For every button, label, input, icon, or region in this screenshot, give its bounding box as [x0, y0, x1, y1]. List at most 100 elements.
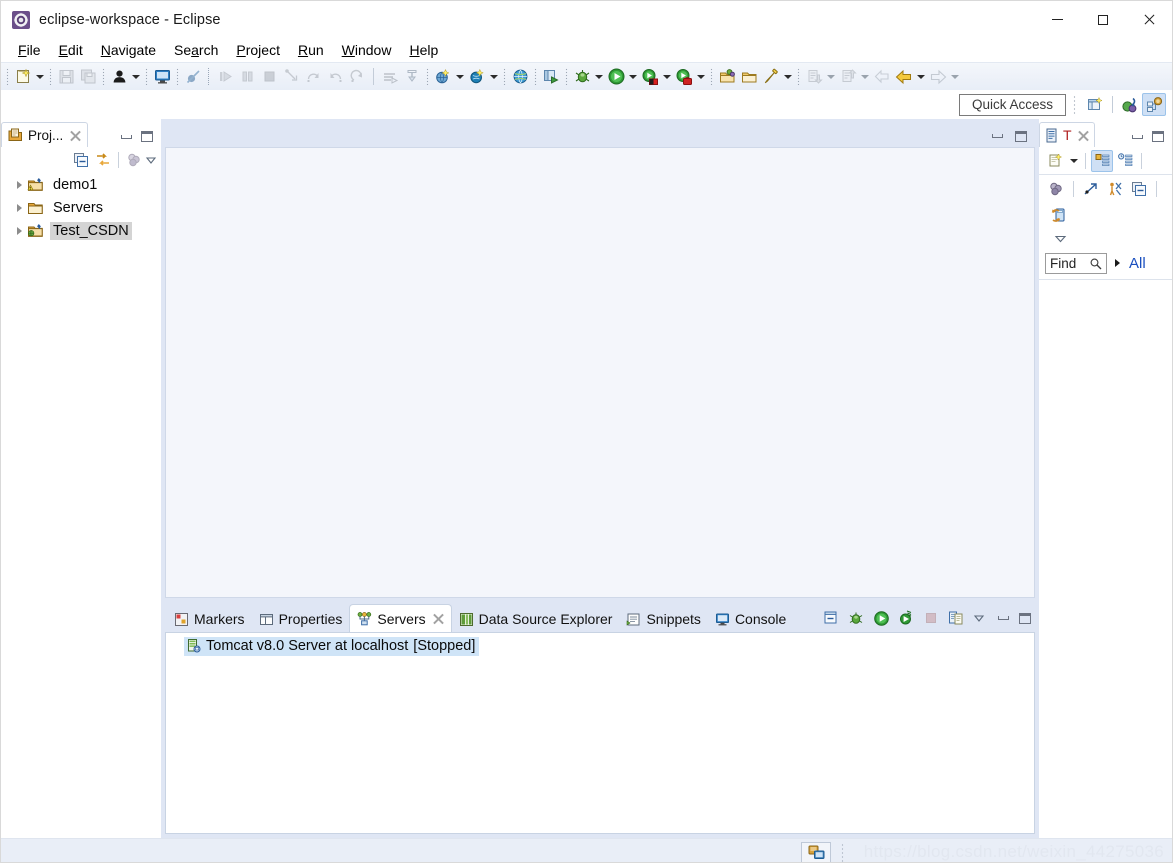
run-external-tools-dropdown-icon[interactable] — [661, 66, 673, 88]
open-perspective-icon[interactable] — [1083, 93, 1107, 116]
editor-canvas-empty[interactable] — [165, 147, 1035, 598]
new-jsp-dropdown-icon[interactable] — [454, 66, 466, 88]
publish-server-icon[interactable] — [945, 607, 967, 629]
toolbar-grip-8[interactable] — [534, 68, 537, 85]
minimize-view-icon[interactable] — [998, 616, 1009, 620]
servers-list[interactable]: Tomcat v8.0 Server at localhost [Stopped… — [165, 632, 1035, 834]
minimize-view-icon[interactable] — [121, 134, 132, 139]
tab-snippets[interactable]: Snippets — [619, 606, 707, 632]
search-icon[interactable] — [1089, 257, 1102, 270]
view-menu-icon[interactable] — [970, 607, 988, 629]
new-wizard-dropdown-icon[interactable] — [34, 66, 46, 88]
synchronize-icon[interactable] — [1048, 204, 1070, 226]
task-list-body[interactable] — [1039, 279, 1172, 838]
tab-markers[interactable]: Markers — [167, 606, 252, 632]
link-with-editor-icon[interactable] — [92, 149, 114, 171]
debug-server-icon[interactable] — [845, 607, 867, 629]
menu-search[interactable]: Search — [165, 40, 227, 60]
toolbar-grip-2[interactable] — [49, 68, 52, 85]
toolbar-grip[interactable] — [6, 68, 9, 85]
run-external-tools-icon[interactable] — [639, 66, 661, 88]
tab-data-source-explorer[interactable]: Data Source Explorer — [452, 606, 620, 632]
tab-properties[interactable]: Properties — [252, 606, 350, 632]
minimize-view-icon[interactable] — [1132, 134, 1143, 139]
menu-help[interactable]: Help — [400, 40, 447, 60]
menu-project[interactable]: Project — [227, 40, 289, 60]
server-row[interactable]: Tomcat v8.0 Server at localhost [Stopped… — [166, 635, 1034, 657]
filter-icon[interactable] — [1045, 178, 1067, 200]
chevron-right-icon[interactable] — [1113, 257, 1123, 269]
start-server-icon[interactable] — [870, 607, 892, 629]
menu-file[interactable]: File — [9, 40, 50, 60]
find-input[interactable]: Find — [1045, 252, 1107, 274]
tab-project-explorer[interactable]: Proj... — [1, 122, 89, 147]
close-icon[interactable] — [433, 613, 444, 624]
profile-dropdown-icon[interactable] — [695, 66, 707, 88]
close-icon[interactable] — [1078, 130, 1089, 141]
view-menu-icon[interactable] — [1052, 227, 1068, 249]
quick-access-grip[interactable] — [1073, 95, 1076, 114]
maximize-view-icon[interactable] — [141, 131, 153, 142]
quick-access-input[interactable]: Quick Access — [959, 93, 1066, 116]
new-wizard-icon[interactable] — [12, 66, 34, 88]
menu-window[interactable]: Window — [333, 40, 401, 60]
minimize-button[interactable] — [1034, 1, 1080, 38]
tree-item-demo1[interactable]: demo1 — [1, 173, 161, 196]
run-dropdown-icon[interactable] — [627, 66, 639, 88]
debug-dropdown-icon[interactable] — [593, 66, 605, 88]
maximize-view-icon[interactable] — [1015, 130, 1027, 142]
toolbar-grip-9[interactable] — [565, 68, 568, 85]
open-web-browser-icon[interactable] — [509, 66, 531, 88]
tree-item-servers[interactable]: Servers — [1, 196, 161, 219]
tree-item-test-csdn[interactable]: Test_CSDN — [1, 219, 161, 242]
search-dropdown-icon[interactable] — [782, 66, 794, 88]
new-task-icon[interactable] — [1045, 150, 1067, 172]
collapse-all-icon[interactable] — [1128, 178, 1150, 200]
view-menu-icon[interactable] — [145, 149, 157, 171]
server-status-icon[interactable] — [801, 842, 831, 862]
server-entry[interactable]: Tomcat v8.0 Server at localhost [Stopped… — [184, 636, 480, 656]
toolbar-grip-10[interactable] — [710, 68, 713, 85]
maximize-view-icon[interactable] — [1019, 612, 1031, 624]
new-server-view-icon[interactable] — [820, 607, 842, 629]
user-account-dropdown-icon[interactable] — [130, 66, 142, 88]
java-ee-perspective-button[interactable] — [1118, 93, 1142, 116]
view-menu-filter-icon[interactable] — [123, 149, 145, 171]
profile-icon[interactable] — [673, 66, 695, 88]
tab-task-list[interactable]: T — [1039, 122, 1095, 147]
toolbar-grip-3[interactable] — [102, 68, 105, 85]
find-scope-all[interactable]: All — [1129, 255, 1146, 272]
toolbar-grip-11[interactable] — [797, 68, 800, 85]
chevron-right-icon[interactable] — [11, 203, 27, 212]
profile-server-icon[interactable] — [895, 607, 917, 629]
collapse-all-icon[interactable] — [70, 149, 92, 171]
maximize-view-icon[interactable] — [1152, 131, 1164, 142]
maximize-button[interactable] — [1080, 1, 1126, 38]
open-perspective-run-icon[interactable] — [540, 66, 562, 88]
toolbar-grip-4[interactable] — [145, 68, 148, 85]
tab-console[interactable]: Console — [708, 606, 793, 632]
synchronize-changed-icon[interactable] — [1104, 178, 1126, 200]
scheduled-presentation-icon[interactable] — [1114, 150, 1136, 172]
toolbar-grip-7[interactable] — [503, 68, 506, 85]
close-button[interactable] — [1126, 1, 1172, 38]
new-task-dropdown-icon[interactable] — [1068, 150, 1080, 172]
user-account-icon[interactable] — [108, 66, 130, 88]
chevron-right-icon[interactable] — [11, 180, 27, 189]
menu-navigate[interactable]: Navigate — [92, 40, 165, 60]
close-icon[interactable] — [70, 130, 81, 141]
back-icon[interactable] — [893, 66, 915, 88]
menu-edit[interactable]: Edit — [50, 40, 92, 60]
run-icon[interactable] — [605, 66, 627, 88]
categorized-presentation-icon[interactable] — [1091, 149, 1113, 172]
menu-run[interactable]: Run — [289, 40, 333, 60]
tab-servers[interactable]: Servers — [349, 604, 452, 632]
status-bar-grip[interactable] — [841, 843, 844, 862]
back-dropdown-icon[interactable] — [915, 66, 927, 88]
toolbar-grip-6[interactable] — [426, 68, 429, 85]
focus-on-workweek-icon[interactable] — [1080, 178, 1102, 200]
open-task-icon[interactable] — [738, 66, 760, 88]
search-icon[interactable] — [760, 66, 782, 88]
web-perspective-button[interactable] — [1142, 93, 1166, 116]
debug-icon[interactable] — [571, 66, 593, 88]
